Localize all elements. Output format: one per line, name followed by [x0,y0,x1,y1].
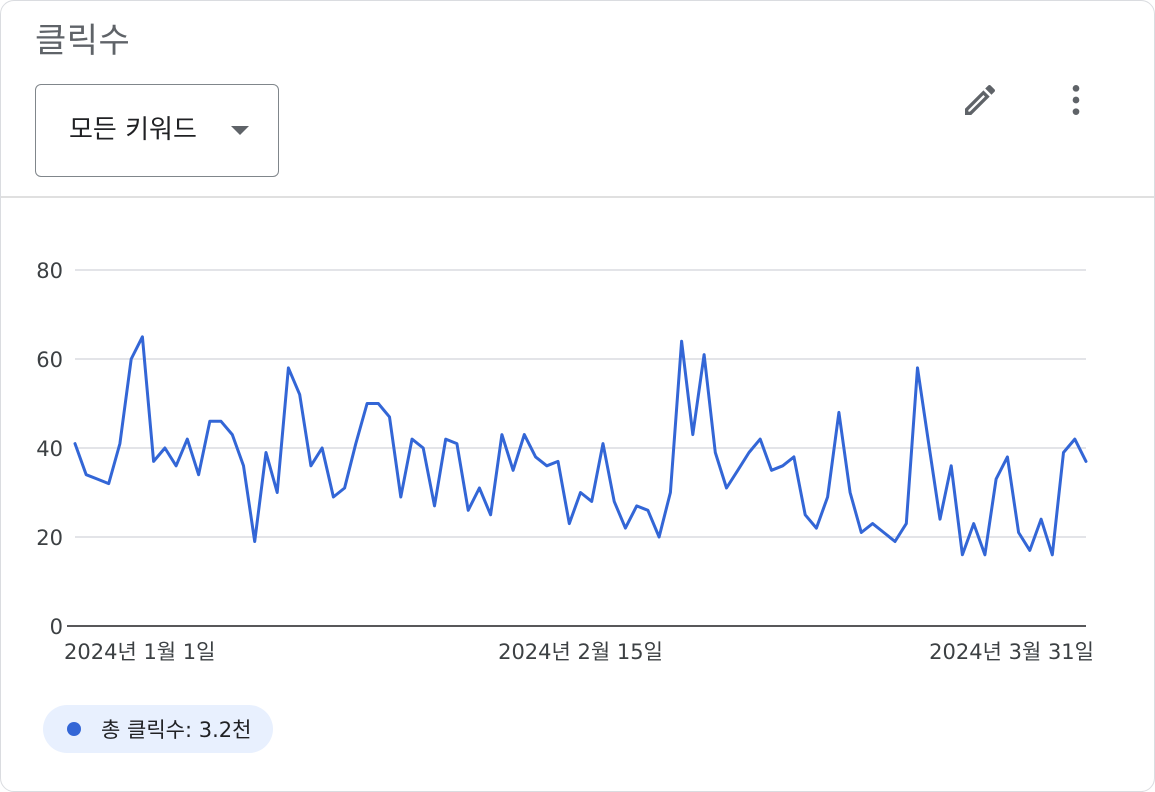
y-tick-label: 20 [36,526,63,550]
x-tick-label: 2024년 3월 31일 [929,640,1094,664]
legend-color-dot [67,722,81,736]
clicks-card: 클릭수 모든 키워드 0 20 40 60 80 2024년 1월 1일 2024년 2월 … [0,0,1155,792]
legend-label: 총 클릭수: 3.2천 [101,718,252,742]
y-tick-label: 60 [36,348,63,372]
x-tick-label: 2024년 1월 1일 [64,640,215,664]
legend-total-clicks[interactable]: 총 클릭수: 3.2천 [43,705,274,753]
y-tick-label: 40 [36,437,63,461]
y-tick-label: 80 [36,259,63,283]
y-tick-label: 0 [50,615,63,639]
clicks-line-chart: 0 20 40 60 80 2024년 1월 1일 2024년 2월 15일 2024년 3월… [36,259,1094,664]
x-tick-label: 2024년 2월 15일 [498,640,663,664]
series-line-total-clicks [73,335,1088,557]
